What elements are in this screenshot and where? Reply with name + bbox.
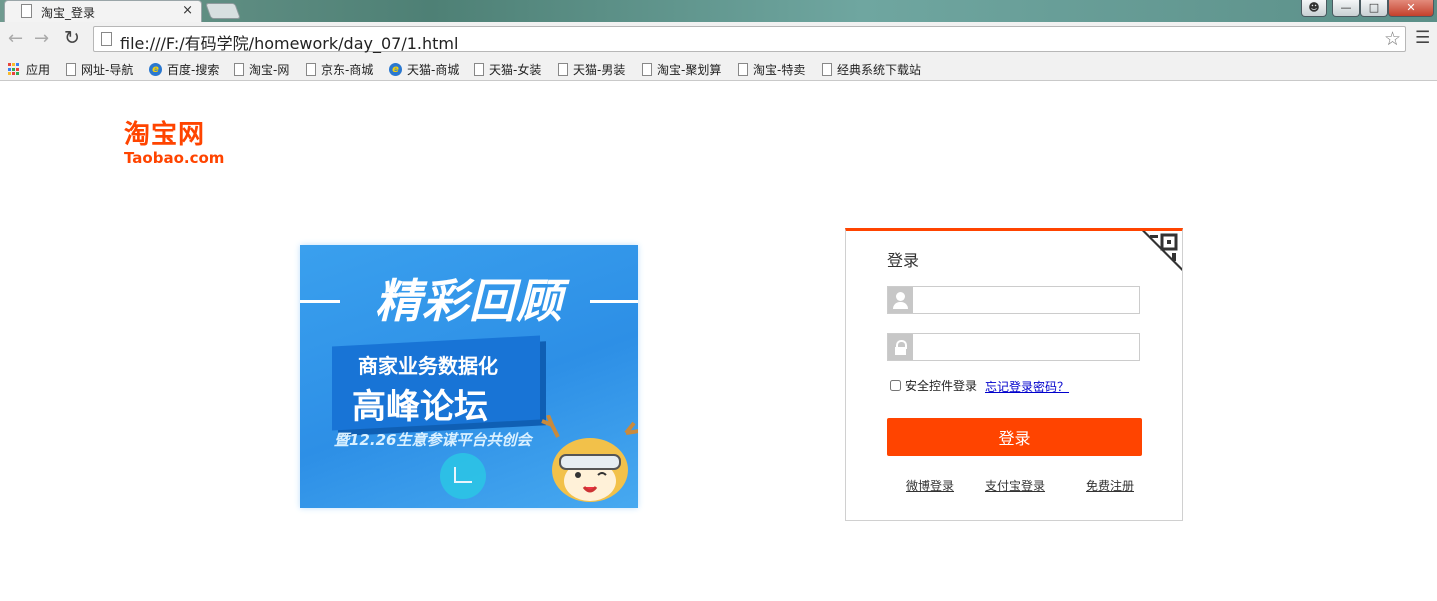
bookmark-label: 经典系统下载站 [837,63,922,77]
banner-line1: 商家业务数据化 [358,354,498,378]
bookmark-label: 天猫-女装 [489,63,542,77]
forgot-password-link[interactable]: 忘记登录密码？ [985,378,1069,395]
bookmark-item[interactable]: e 百度-搜索 [149,61,219,78]
bookmark-item[interactable]: 淘宝-网 [234,61,289,78]
bookmark-item[interactable]: 京东-商城 [306,61,373,78]
apps-icon [8,63,21,76]
bookmark-label: 百度-搜索 [167,63,220,77]
login-title: 登录 [887,251,920,270]
window-close-button[interactable]: ✕ [1388,0,1434,17]
ie-icon: e [149,63,162,76]
page-icon [738,63,748,76]
reload-icon[interactable]: ↻ [64,27,80,49]
chart-icon [440,453,486,499]
security-control-option[interactable]: 安全控件登录 [890,377,977,394]
weibo-login-link[interactable]: 微博登录 [906,477,954,494]
page-icon [822,63,832,76]
security-checkbox-label: 安全控件登录 [905,379,978,393]
banner-headline: 精彩回顾 [375,274,563,328]
page-icon [66,63,76,76]
bookmark-apps[interactable]: 应用 [8,61,50,78]
ie-icon: e [389,63,402,76]
bookmark-star-icon[interactable]: ☆ [1384,28,1401,50]
bookmark-item[interactable]: 淘宝-特卖 [738,61,805,78]
bookmark-item[interactable]: 天猫-女装 [474,61,541,78]
username-field[interactable] [887,286,1140,314]
lock-icon [888,334,913,360]
address-url[interactable]: file:///F:/有码学院/homework/day_07/1.html [120,30,458,54]
bookmark-item[interactable]: 经典系统下载站 [822,61,921,78]
address-bar[interactable]: file:///F:/有码学院/homework/day_07/1.html ☆ [93,26,1406,54]
security-checkbox[interactable] [890,380,901,391]
password-input[interactable] [914,334,1138,360]
bookmark-item[interactable]: 网址-导航 [66,61,133,78]
page-icon [101,32,112,46]
minimize-button[interactable]: — [1332,0,1360,17]
forward-arrow-icon[interactable]: → [34,28,49,49]
new-tab-button[interactable] [205,3,241,19]
profile-button[interactable]: ☻ [1301,0,1327,17]
bookmark-item[interactable]: 天猫-男装 [558,61,625,78]
page-icon [306,63,316,76]
logo-en: Taobao.com [124,149,225,167]
page-icon [642,63,652,76]
page-icon [558,63,568,76]
browser-tab[interactable]: 淘宝_登录 × [4,0,202,22]
page-icon [21,4,32,18]
bookmark-item[interactable]: e 天猫-商城 [389,61,459,78]
banner-line2: 高峰论坛 [352,387,488,427]
login-panel: 登录 安全控件登录 忘记登录密码？ 登录 微博登录 支付宝登录 免费注册 [845,228,1183,521]
password-field[interactable] [887,333,1140,361]
bookmark-label: 京东-商城 [321,63,374,77]
username-input[interactable] [914,287,1138,313]
title-bar: 淘宝_登录 × ☻ — □ ✕ [0,0,1437,22]
maximize-button[interactable]: □ [1360,0,1388,17]
tab-close-icon[interactable]: × [182,3,193,18]
bookmark-label: 天猫-男装 [573,63,626,77]
bookmark-label: 淘宝-网 [249,63,290,77]
tab-title: 淘宝_登录 [41,6,96,20]
qrcode-icon[interactable] [1142,231,1182,271]
bookmark-item[interactable]: 淘宝-聚划算 [642,61,721,78]
login-button[interactable]: 登录 [887,418,1142,456]
bookmark-label: 淘宝-特卖 [753,63,806,77]
taobao-logo[interactable]: 淘宝网 Taobao.com [124,120,234,170]
menu-icon[interactable]: ☰ [1415,28,1430,48]
page-icon [474,63,484,76]
promo-banner[interactable]: 精彩回顾 商家业务数据化 高峰论坛 暨12.26生意参谋平台共创会 [300,245,638,508]
register-link[interactable]: 免费注册 [1086,477,1134,494]
bookmark-label: 淘宝-聚划算 [657,63,722,77]
bookmark-label: 网址-导航 [81,63,134,77]
banner-line3: 暨12.26生意参谋平台共创会 [334,431,532,449]
browser-toolbar: ← → ↻ file:///F:/有码学院/homework/day_07/1.… [0,22,1437,57]
user-icon [888,287,913,313]
deer-mascot-icon [541,415,638,502]
alipay-login-link[interactable]: 支付宝登录 [985,477,1045,494]
back-arrow-icon[interactable]: ← [8,28,23,49]
bookmark-label: 应用 [26,63,51,77]
logo-cn: 淘宝网 [124,120,206,150]
bookmarks-bar: 应用 网址-导航 e 百度-搜索 淘宝-网 京东-商城 e 天猫-商城 天猫-女… [0,57,1437,81]
bookmark-label: 天猫-商城 [407,63,460,77]
page-icon [234,63,244,76]
